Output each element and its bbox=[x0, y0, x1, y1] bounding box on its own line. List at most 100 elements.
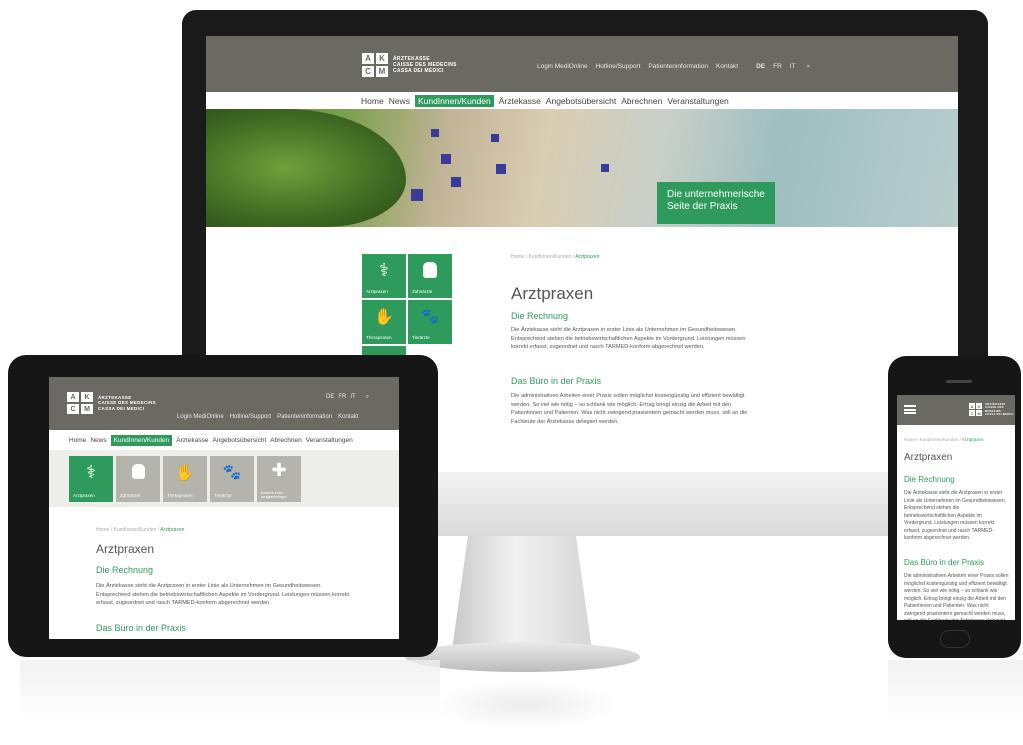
section-title: Die Rechnung bbox=[96, 565, 154, 575]
section-title: Das Büro in der Praxis bbox=[904, 558, 985, 567]
section-title: Das Büro in der Praxis bbox=[96, 623, 187, 633]
lang-fr[interactable]: FR bbox=[773, 63, 782, 71]
tile-therapeuten[interactable]: ✋ Therapeuten bbox=[163, 456, 207, 502]
logo-letter: K bbox=[376, 53, 388, 64]
blue-cube bbox=[431, 129, 439, 137]
nav-item-veranstaltungen[interactable]: Veranstaltungen bbox=[667, 96, 728, 106]
phone-home-button[interactable] bbox=[940, 630, 970, 648]
search-icon[interactable]: ⌕ bbox=[807, 63, 811, 71]
nav-item-aerztekasse[interactable]: Ärztekasse bbox=[499, 96, 541, 106]
logo-letter: C bbox=[67, 404, 79, 414]
language-switcher: DE FR IT ⌕ bbox=[326, 394, 369, 401]
nav-item-news[interactable]: News bbox=[389, 96, 410, 106]
phone-screen: A K C M ÄRZTEKASSE CAISSE DES MEDECINS C… bbox=[897, 395, 1015, 620]
top-links: Login MediOnline Hotline/Support Patient… bbox=[537, 63, 810, 71]
logo[interactable]: A K C M ÄRZTEKASSE CAISSE DES MEDECINS C… bbox=[67, 392, 156, 414]
nav-item-angebot[interactable]: Angebotsübersicht bbox=[546, 96, 616, 106]
nav-item-aerztekasse[interactable]: Ärztekasse bbox=[176, 437, 208, 444]
tile-tieraerzte[interactable]: 🐾 Tierärzte bbox=[210, 456, 254, 502]
lang-fr[interactable]: FR bbox=[338, 394, 346, 401]
tile-label: Zahnärzte bbox=[412, 289, 433, 295]
nav-item-kunden[interactable]: KundInnen/Kunden bbox=[110, 434, 173, 446]
breadcrumb-current: Arztpraxen bbox=[160, 527, 185, 533]
blue-cube bbox=[491, 134, 499, 142]
tile-andere[interactable]: ✚ Andere Leis-tungserbringer bbox=[257, 456, 301, 502]
tile-label: Arztpraxen bbox=[73, 493, 95, 499]
contact-link[interactable]: Kontakt bbox=[716, 63, 738, 71]
tile-label: Arztpraxen bbox=[366, 289, 388, 295]
login-link[interactable]: Login MediOnline bbox=[177, 414, 224, 420]
breadcrumb-current: Arztpraxen bbox=[961, 437, 984, 442]
lang-de[interactable]: DE bbox=[326, 394, 334, 401]
nav-item-abrechnen[interactable]: Abrechnen bbox=[621, 96, 662, 106]
lang-de[interactable]: DE bbox=[756, 63, 765, 71]
login-link[interactable]: Login MediOnline bbox=[537, 63, 588, 71]
logo-letter: M bbox=[81, 404, 93, 414]
hands-icon: ✋ bbox=[374, 309, 394, 326]
paw-icon: 🐾 bbox=[222, 464, 242, 481]
tile-zahnaerzte[interactable]: Zahnärzte bbox=[408, 254, 452, 298]
logo[interactable]: A K C M ÄRZTEKASSE CAISSE DES MEDECINS C… bbox=[362, 53, 457, 77]
section-text: Die Ärztekasse sieht die Arztpraxen in e… bbox=[511, 327, 746, 351]
top-links: Login MediOnline Hotline/Support Patient… bbox=[177, 414, 358, 420]
logo-letter: A bbox=[969, 403, 975, 409]
search-icon[interactable]: ⌕ bbox=[366, 394, 369, 401]
logo-letter: A bbox=[67, 392, 79, 402]
tile-arztpraxen[interactable]: ⚕ Arztpraxen bbox=[362, 254, 406, 298]
tile-therapeuten[interactable]: ✋ Therapeuten bbox=[362, 300, 406, 344]
bandage-icon: ✚ bbox=[271, 460, 287, 480]
logo-line: CASSA DEI MEDICI bbox=[985, 412, 1014, 416]
tile-tieraerzte[interactable]: 🐾 Tierärzte bbox=[408, 300, 452, 344]
section-title: Die Rechnung bbox=[511, 311, 569, 321]
blue-cube bbox=[496, 164, 506, 174]
blue-cube bbox=[601, 164, 609, 172]
lang-it[interactable]: IT bbox=[790, 63, 796, 71]
site-header: A K C M ÄRZTEKASSE CAISSE DES MEDECINS C… bbox=[206, 36, 958, 92]
nav-item-abrechnen[interactable]: Abrechnen bbox=[270, 437, 301, 444]
tile-label: Andere Leis-tungserbringer bbox=[261, 489, 287, 499]
logo-letter: C bbox=[969, 410, 975, 416]
stethoscope-icon: ⚕ bbox=[86, 462, 96, 482]
hero-caption-line: Seite der Praxis bbox=[667, 201, 738, 212]
site-header: A K C M ÄRZTEKASSE CAISSE DES MEDECINS C… bbox=[49, 377, 399, 430]
nav-item-veranstaltungen[interactable]: Veranstaltungen bbox=[306, 437, 353, 444]
monitor-stand-neck bbox=[452, 530, 592, 650]
phone-reflection bbox=[888, 660, 1023, 720]
nav-item-home[interactable]: Home bbox=[361, 96, 384, 106]
logo-letter: K bbox=[81, 392, 93, 402]
logo-line: CASSA DEI MEDICI bbox=[393, 68, 444, 75]
hotline-link[interactable]: Hotline/Support bbox=[230, 414, 271, 420]
tooth-icon bbox=[116, 464, 160, 479]
logo[interactable]: A K C M ÄRZTEKASSE CAISSE DES MEDECINS C… bbox=[969, 403, 1015, 416]
blue-cube bbox=[451, 177, 461, 187]
hero-caption: Die unternehmerische Seite der Praxis bbox=[657, 182, 775, 224]
tile-zahnaerzte[interactable]: Zahnärzte bbox=[116, 456, 160, 502]
breadcrumb-path[interactable]: Home / KundInnen/Kunden / bbox=[511, 254, 575, 260]
logo-letter: A bbox=[362, 53, 374, 64]
logo-letter: C bbox=[362, 66, 374, 77]
breadcrumb-path[interactable]: Home / KundInnen/Kunden / bbox=[904, 437, 962, 442]
tablet-screen: A K C M ÄRZTEKASSE CAISSE DES MEDECINS C… bbox=[49, 377, 399, 639]
page-title: Arztpraxen bbox=[96, 542, 155, 556]
section-title: Das Büro in der Praxis bbox=[511, 376, 602, 386]
tooth-icon bbox=[408, 262, 452, 278]
nav-item-angebot[interactable]: Angebotsübersicht bbox=[212, 437, 266, 444]
logo-line: CAISSE DES MEDECINS bbox=[98, 400, 156, 406]
hamburger-icon[interactable] bbox=[904, 405, 916, 414]
nav-item-kunden[interactable]: KundInnen/Kunden bbox=[414, 95, 494, 107]
stethoscope-icon: ⚕ bbox=[379, 260, 389, 280]
nav-item-home[interactable]: Home bbox=[69, 437, 86, 444]
hero-caption-line: Die unternehmerische bbox=[667, 189, 765, 200]
paw-icon: 🐾 bbox=[420, 308, 440, 325]
rock-shape bbox=[206, 109, 406, 227]
phone-speaker bbox=[946, 380, 972, 383]
breadcrumb-path[interactable]: Home / KundInnen/Kunden / bbox=[96, 527, 160, 533]
contact-link[interactable]: Kontakt bbox=[338, 414, 358, 420]
patient-info-link[interactable]: Patienteninformation bbox=[648, 63, 708, 71]
patient-info-link[interactable]: Patienteninformation bbox=[277, 414, 332, 420]
tile-arztpraxen[interactable]: ⚕ Arztpraxen bbox=[69, 456, 113, 502]
lang-it[interactable]: IT bbox=[350, 394, 355, 401]
breadcrumb: Home / KundInnen/Kunden / Arztpraxen bbox=[511, 254, 599, 260]
hotline-link[interactable]: Hotline/Support bbox=[596, 63, 641, 71]
nav-item-news[interactable]: News bbox=[90, 437, 106, 444]
